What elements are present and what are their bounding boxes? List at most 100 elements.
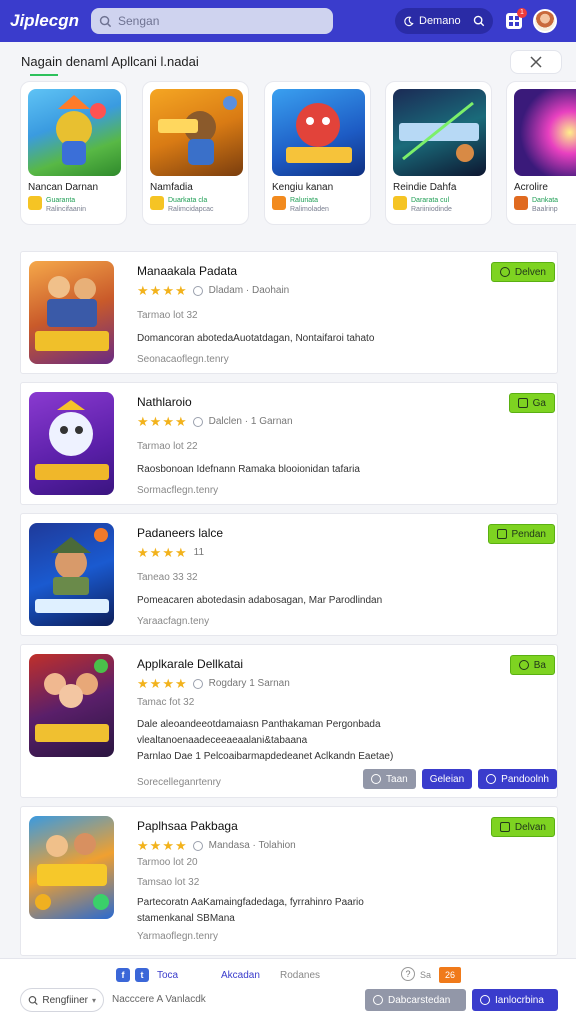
download-icon bbox=[496, 529, 507, 539]
info-icon bbox=[373, 995, 383, 1005]
star-icon: ★ bbox=[137, 283, 149, 298]
game-thumbnail bbox=[272, 89, 365, 176]
app-icon-image bbox=[29, 816, 114, 919]
search-icon bbox=[28, 995, 38, 1005]
app-list-item[interactable]: Nathlaroio ★ ★ ★ ★ Dalclen · 1 Garnan Tarmao… bbox=[20, 382, 558, 505]
user-avatar[interactable] bbox=[533, 9, 557, 33]
search-icon[interactable] bbox=[473, 15, 485, 27]
footer-secondary-label: Dabcarstedan bbox=[388, 994, 451, 1006]
carousel-card[interactable]: Reindie Dahfa Dararata cul Rariiniodinde bbox=[385, 81, 492, 225]
install-button[interactable]: Ba bbox=[509, 655, 555, 675]
rating-stars: ★ ★ ★ ★ Rogdary 1 Sarnan bbox=[137, 677, 290, 690]
carousel-card-title: Namfadia bbox=[150, 182, 193, 193]
language-label: Rengfiiner bbox=[42, 994, 88, 1006]
app-description: Dale aleoandeeotdamaiasn Panthakaman Per… bbox=[137, 719, 381, 730]
install-button[interactable]: Delvan bbox=[490, 817, 555, 837]
app-list-item[interactable]: Manaakala Padata ★ ★ ★ ★ Dladam · Daohain Ta… bbox=[20, 251, 558, 374]
app-meta: Taneao 33 32 bbox=[137, 572, 198, 583]
search-icon bbox=[99, 15, 112, 27]
footer-link-resources[interactable]: Rodanes bbox=[280, 970, 320, 981]
trial-button[interactable]: Taan bbox=[363, 769, 416, 789]
app-logo[interactable]: Jiplecgn bbox=[10, 11, 88, 31]
carousel-card[interactable]: Acrolire Dankata Baalrinp bbox=[506, 81, 576, 225]
clock-icon bbox=[192, 416, 203, 427]
app-list-item[interactable]: Applkarale Dellkatai ★ ★ ★ ★ Rogdary 1 Sarna… bbox=[20, 644, 558, 798]
social-links: f t Toca bbox=[116, 968, 178, 982]
game-thumbnail bbox=[393, 89, 486, 176]
footer-secondary-button[interactable]: Dabcarstedan bbox=[365, 989, 466, 1011]
star-icon: ★ bbox=[162, 545, 174, 560]
app-title[interactable]: Applkarale Dellkatai bbox=[137, 657, 243, 671]
featured-carousel[interactable]: Nancan Darnan Guaranta Ralincifaanin Namf… bbox=[20, 81, 576, 227]
notifications-button[interactable]: 1 bbox=[505, 8, 527, 30]
section-title: Nagain denaml Apllcani l.nadai bbox=[21, 54, 199, 69]
details-button[interactable]: Geleian bbox=[421, 769, 473, 789]
app-developer: Yarmaoflegn.tenry bbox=[137, 931, 218, 942]
install-button-label: Ga bbox=[532, 397, 546, 409]
footer-primary-button[interactable]: Ianlocrbina bbox=[472, 989, 558, 1011]
app-title[interactable]: Padaneers lalce bbox=[137, 526, 223, 540]
footer-link-about[interactable]: Akcadan bbox=[221, 970, 260, 981]
install-button-label: Delven bbox=[514, 266, 546, 278]
help-icon[interactable]: ? bbox=[401, 967, 415, 981]
footer-note: Nacccere A Vanlacdk bbox=[112, 994, 206, 1005]
star-icon: ★ bbox=[149, 676, 162, 691]
star-icon: ★ bbox=[162, 838, 174, 853]
app-action-row: Taan Geleian Pandoolnh bbox=[363, 769, 557, 789]
install-button[interactable]: Pendan bbox=[487, 524, 555, 544]
carousel-card[interactable]: Nancan Darnan Guaranta Ralincifaanin bbox=[20, 81, 127, 225]
carousel-card-tag: Dankata bbox=[532, 197, 559, 204]
download-button[interactable]: Pandoolnh bbox=[478, 769, 557, 789]
star-icon: ★ bbox=[149, 414, 162, 429]
install-button-label: Pendan bbox=[511, 528, 546, 540]
carousel-card-tag: Duarkata cla bbox=[168, 197, 208, 204]
carousel-card-title: Kengiu kanan bbox=[272, 182, 334, 193]
app-list-item[interactable]: Padaneers lalce ★ ★ ★ ★ 11 Taneao 33 32 Pome… bbox=[20, 513, 558, 636]
image-icon bbox=[517, 398, 528, 408]
search-bar[interactable]: Sengan bbox=[91, 8, 333, 34]
star-icon: ★ bbox=[137, 414, 149, 429]
star-icon: ★ bbox=[174, 676, 187, 691]
category-icon bbox=[393, 196, 407, 210]
language-select[interactable]: Rengfiiner ▾ bbox=[20, 988, 104, 1012]
download-button-label: Pandoolnh bbox=[501, 773, 549, 785]
star-icon: ★ bbox=[162, 283, 174, 298]
category-icon bbox=[272, 196, 286, 210]
game-thumbnail bbox=[28, 89, 121, 176]
carousel-card-sub: Ralimoladen bbox=[290, 206, 329, 213]
carousel-card-tag: Guaranta bbox=[46, 197, 76, 204]
carousel-card-sub: Baalrinp bbox=[532, 206, 558, 213]
header-account-pill[interactable]: Demano bbox=[395, 8, 493, 34]
star-icon: ★ bbox=[174, 838, 187, 853]
app-developer: Sormacflegn.tenry bbox=[137, 485, 219, 496]
app-description-2: vlealtanoenaadeceeaeaalani&tabaana bbox=[137, 735, 308, 746]
app-title[interactable]: Paplhsaa Pakbaga bbox=[137, 819, 238, 833]
install-button[interactable]: Delven bbox=[490, 262, 555, 282]
app-list-item[interactable]: Paplhsaa Pakbaga ★ ★ ★ ★ Mandasa · Tolahion … bbox=[20, 806, 558, 956]
clock-icon bbox=[518, 660, 529, 670]
app-meta: Tarmoo lot 20 bbox=[137, 857, 198, 868]
facebook-icon[interactable]: f bbox=[116, 968, 130, 982]
trial-button-label: Taan bbox=[386, 773, 408, 785]
star-icon: ★ bbox=[137, 838, 149, 853]
footer-badge[interactable]: 26 bbox=[439, 967, 461, 983]
social-label[interactable]: Toca bbox=[157, 970, 178, 981]
app-title[interactable]: Nathlaroio bbox=[137, 395, 192, 409]
rating-text: Dladam · Daohain bbox=[208, 285, 290, 296]
twitter-icon[interactable]: t bbox=[135, 968, 149, 982]
clock-icon bbox=[192, 840, 203, 851]
install-button[interactable]: Ga bbox=[508, 393, 555, 413]
rating-text: 11 bbox=[193, 547, 205, 558]
category-icon bbox=[150, 196, 164, 210]
star-icon: ★ bbox=[149, 545, 162, 560]
carousel-card[interactable]: Namfadia Duarkata cla Ralimcidapcac bbox=[142, 81, 249, 225]
search-placeholder: Sengan bbox=[118, 14, 160, 28]
star-icon: ★ bbox=[174, 283, 187, 298]
app-developer: Sorecelleganrtenry bbox=[137, 777, 221, 788]
app-title[interactable]: Manaakala Padata bbox=[137, 264, 237, 278]
carousel-card[interactable]: Kengiu kanan Raluriata Ralimoladen bbox=[264, 81, 371, 225]
game-thumbnail bbox=[150, 89, 243, 176]
close-button[interactable] bbox=[510, 50, 562, 74]
close-icon bbox=[530, 56, 542, 68]
app-meta: Tarmao lot 22 bbox=[137, 441, 198, 452]
